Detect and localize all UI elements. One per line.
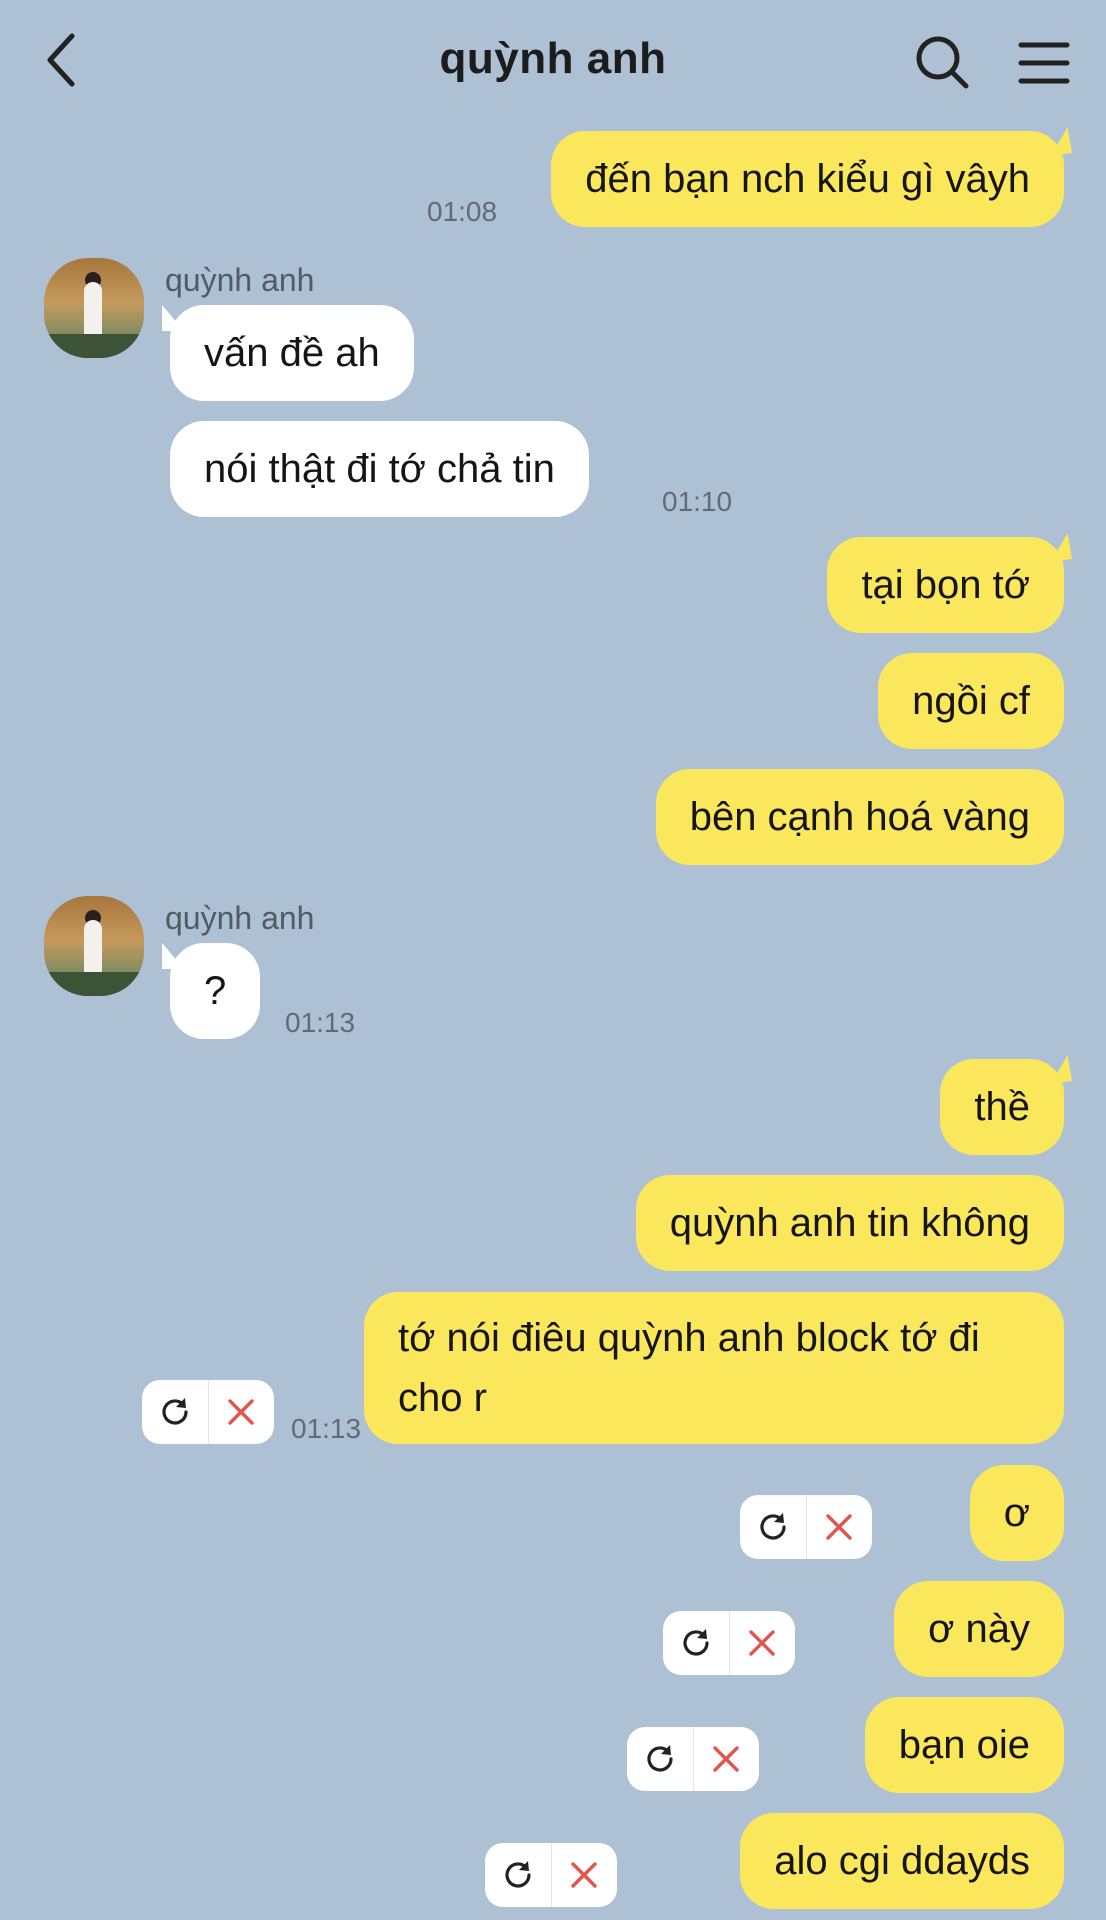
failed-message-actions xyxy=(627,1727,759,1791)
failed-message-actions xyxy=(142,1380,274,1444)
outgoing-message[interactable]: thề xyxy=(940,1059,1064,1155)
close-icon[interactable] xyxy=(730,1611,796,1675)
failed-message-actions xyxy=(663,1611,795,1675)
sender-name: quỳnh anh xyxy=(165,262,315,298)
outgoing-message[interactable]: ơ xyxy=(969,1465,1064,1561)
message-timestamp: 01:08 xyxy=(427,196,498,227)
close-icon[interactable] xyxy=(552,1843,618,1907)
refresh-icon[interactable] xyxy=(627,1727,693,1791)
close-icon[interactable] xyxy=(694,1727,760,1791)
outgoing-message[interactable]: alo cgi ddayds xyxy=(740,1813,1064,1909)
close-icon[interactable] xyxy=(807,1495,873,1559)
hamburger-menu-icon[interactable] xyxy=(1018,40,1070,86)
chat-header: quỳnh anh xyxy=(0,0,1106,128)
search-icon[interactable] xyxy=(914,34,970,90)
outgoing-message[interactable]: đến bạn nch kiểu gì vâyh xyxy=(551,131,1064,227)
contact-avatar[interactable] xyxy=(44,258,144,358)
outgoing-message[interactable]: bạn oie xyxy=(864,1697,1064,1793)
outgoing-message[interactable]: tớ nói điêu quỳnh anh block tớ đi cho r xyxy=(364,1292,1064,1444)
incoming-message[interactable]: ? xyxy=(161,943,261,1039)
sender-name: quỳnh anh xyxy=(165,900,315,936)
failed-message-actions xyxy=(485,1843,617,1907)
outgoing-message[interactable]: bên cạnh hoá vàng xyxy=(655,769,1064,865)
outgoing-message[interactable]: quỳnh anh tin không xyxy=(635,1175,1064,1271)
message-timestamp: 01:13 xyxy=(291,1413,362,1444)
outgoing-message[interactable]: tại bọn tớ xyxy=(827,537,1064,633)
close-icon[interactable] xyxy=(209,1380,275,1444)
message-timestamp: 01:10 xyxy=(662,486,733,517)
contact-avatar[interactable] xyxy=(44,896,144,996)
incoming-message[interactable]: vấn đề ah xyxy=(162,305,414,401)
incoming-message[interactable]: nói thật đi tớ chả tin xyxy=(170,421,589,517)
refresh-icon[interactable] xyxy=(740,1495,806,1559)
message-timestamp: 01:13 xyxy=(285,1007,356,1038)
refresh-icon[interactable] xyxy=(142,1380,208,1444)
outgoing-message[interactable]: ơ này xyxy=(894,1581,1064,1677)
refresh-icon[interactable] xyxy=(663,1611,729,1675)
failed-message-actions xyxy=(740,1495,872,1559)
refresh-icon[interactable] xyxy=(485,1843,551,1907)
outgoing-message[interactable]: ngồi cf xyxy=(878,653,1064,749)
